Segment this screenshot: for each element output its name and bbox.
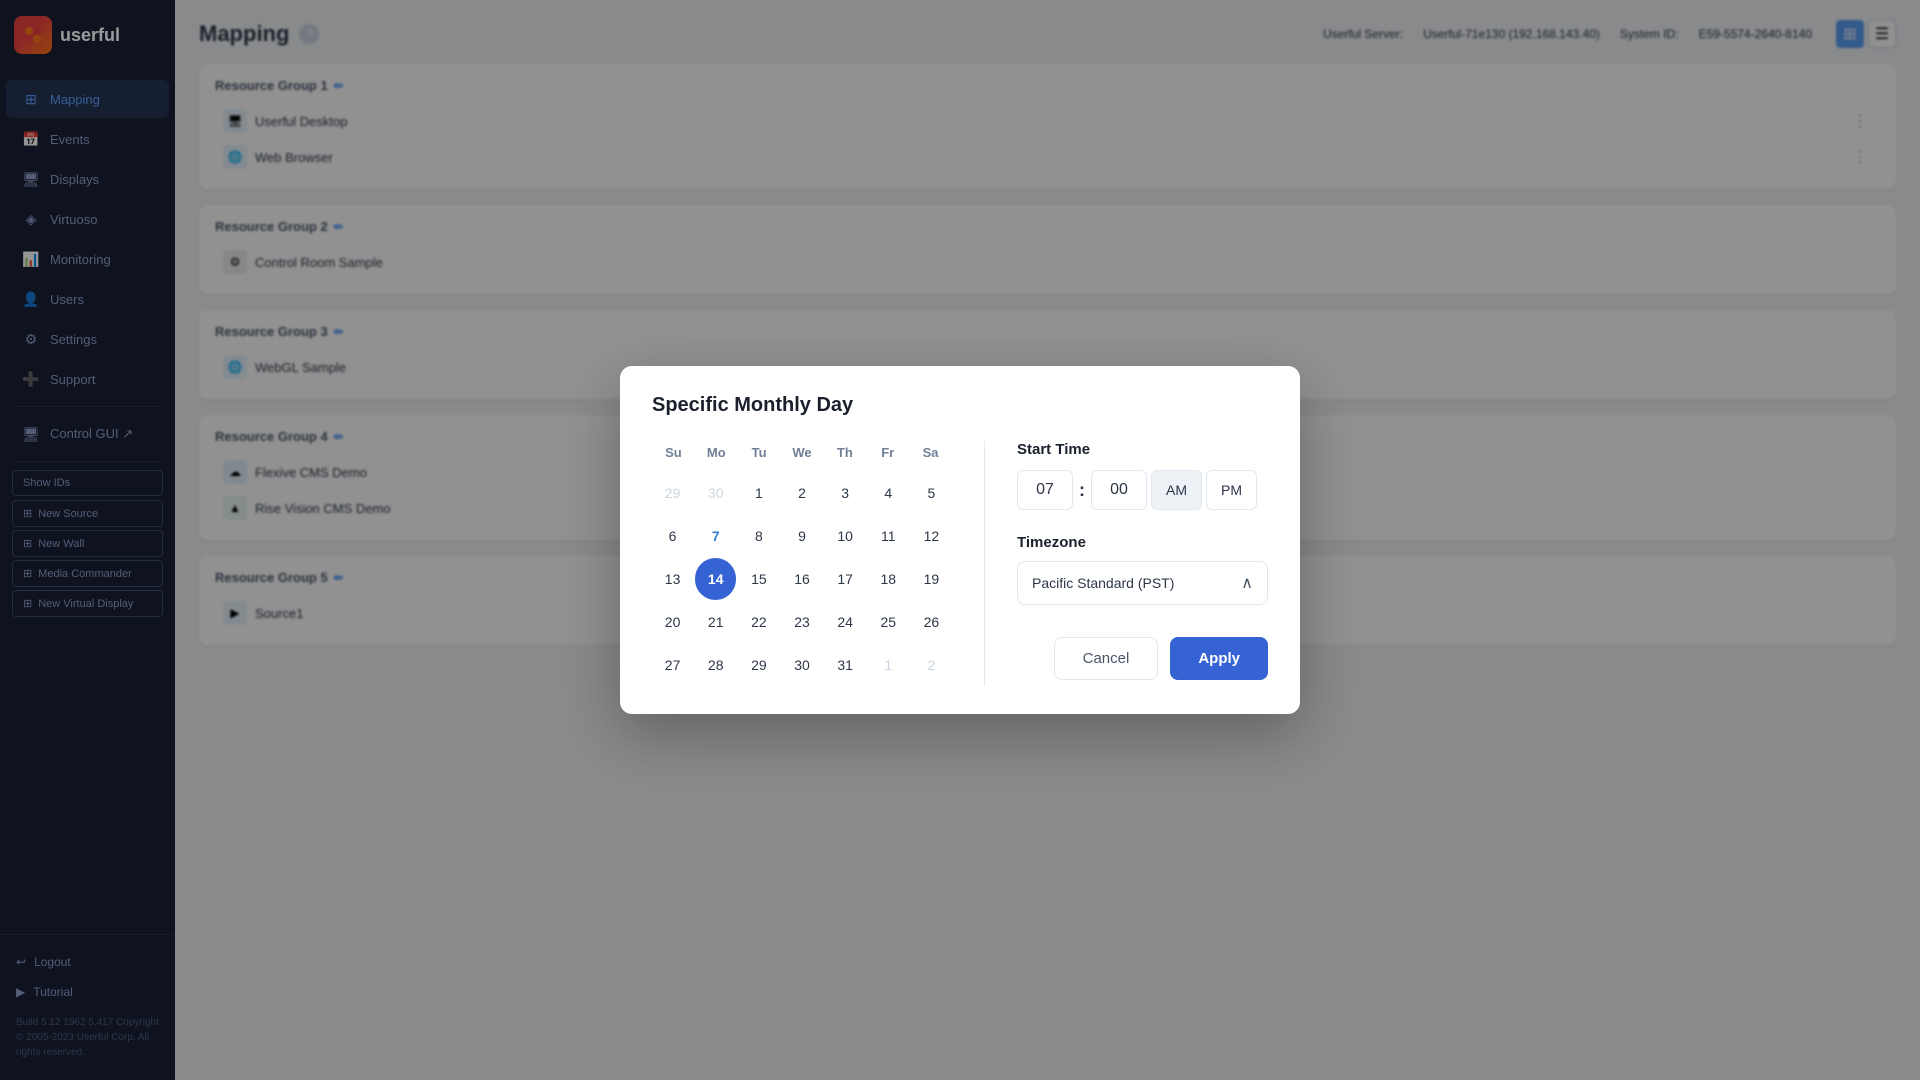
apply-button[interactable]: Apply (1170, 637, 1268, 680)
timezone-value: Pacific Standard (PST) (1032, 575, 1174, 591)
calendar-cell[interactable]: 28 (695, 645, 736, 686)
calendar-cell: 1 (868, 645, 909, 686)
calendar-cell: 30 (695, 472, 736, 513)
am-button[interactable]: AM (1151, 470, 1202, 510)
calendar: Su Mo Tu We Th Fr Sa 2930123456789101112… (652, 441, 952, 686)
modal-overlay: Specific Monthly Day Su Mo Tu We Th Fr S… (0, 0, 1920, 1080)
calendar-cell[interactable]: 20 (652, 602, 693, 643)
specific-monthly-day-dialog: Specific Monthly Day Su Mo Tu We Th Fr S… (620, 366, 1300, 714)
calendar-day-names: Su Mo Tu We Th Fr Sa (652, 441, 952, 464)
calendar-cell[interactable]: 31 (825, 645, 866, 686)
calendar-cell[interactable]: 17 (825, 558, 866, 599)
calendar-cell[interactable]: 19 (911, 558, 952, 599)
dialog-actions: Cancel Apply (1017, 637, 1268, 680)
calendar-cell[interactable]: 12 (911, 515, 952, 556)
calendar-cell[interactable]: 3 (825, 472, 866, 513)
calendar-cell[interactable]: 10 (825, 515, 866, 556)
calendar-cell: 29 (652, 472, 693, 513)
calendar-grid: 2930123456789101112131415161718192021222… (652, 472, 952, 686)
calendar-cell[interactable]: 18 (868, 558, 909, 599)
calendar-cell[interactable]: 7 (695, 515, 736, 556)
timezone-select[interactable]: Pacific Standard (PST) ∧ (1017, 561, 1268, 605)
day-we: We (781, 441, 824, 464)
calendar-cell: 2 (911, 645, 952, 686)
calendar-cell[interactable]: 14 (695, 558, 736, 599)
day-sa: Sa (909, 441, 952, 464)
calendar-cell[interactable]: 26 (911, 602, 952, 643)
calendar-cell[interactable]: 13 (652, 558, 693, 599)
calendar-cell[interactable]: 15 (738, 558, 779, 599)
dialog-body: Su Mo Tu We Th Fr Sa 2930123456789101112… (652, 441, 1268, 686)
day-mo: Mo (695, 441, 738, 464)
time-colon: : (1079, 480, 1085, 501)
day-su: Su (652, 441, 695, 464)
time-inputs: : AM PM (1017, 470, 1268, 510)
calendar-cell[interactable]: 25 (868, 602, 909, 643)
day-th: Th (823, 441, 866, 464)
calendar-cell[interactable]: 1 (738, 472, 779, 513)
calendar-cell[interactable]: 11 (868, 515, 909, 556)
calendar-cell[interactable]: 27 (652, 645, 693, 686)
timezone-chevron-icon: ∧ (1241, 573, 1253, 593)
calendar-cell[interactable]: 2 (781, 472, 822, 513)
timezone-label: Timezone (1017, 534, 1268, 551)
day-tu: Tu (738, 441, 781, 464)
dialog-title: Specific Monthly Day (652, 394, 1268, 417)
calendar-cell[interactable]: 5 (911, 472, 952, 513)
calendar-cell[interactable]: 21 (695, 602, 736, 643)
calendar-cell[interactable]: 6 (652, 515, 693, 556)
cancel-button[interactable]: Cancel (1054, 637, 1159, 680)
calendar-cell[interactable]: 30 (781, 645, 822, 686)
calendar-cell[interactable]: 8 (738, 515, 779, 556)
day-fr: Fr (866, 441, 909, 464)
minute-input[interactable] (1091, 470, 1147, 510)
hour-input[interactable] (1017, 470, 1073, 510)
calendar-cell[interactable]: 24 (825, 602, 866, 643)
calendar-cell[interactable]: 9 (781, 515, 822, 556)
start-time-label: Start Time (1017, 441, 1268, 458)
calendar-cell[interactable]: 16 (781, 558, 822, 599)
dialog-separator (984, 441, 985, 686)
calendar-cell[interactable]: 29 (738, 645, 779, 686)
calendar-cell[interactable]: 22 (738, 602, 779, 643)
calendar-cell[interactable]: 4 (868, 472, 909, 513)
pm-button[interactable]: PM (1206, 470, 1257, 510)
calendar-cell[interactable]: 23 (781, 602, 822, 643)
time-panel: Start Time : AM PM Timezone Pacific Stan… (1017, 441, 1268, 686)
